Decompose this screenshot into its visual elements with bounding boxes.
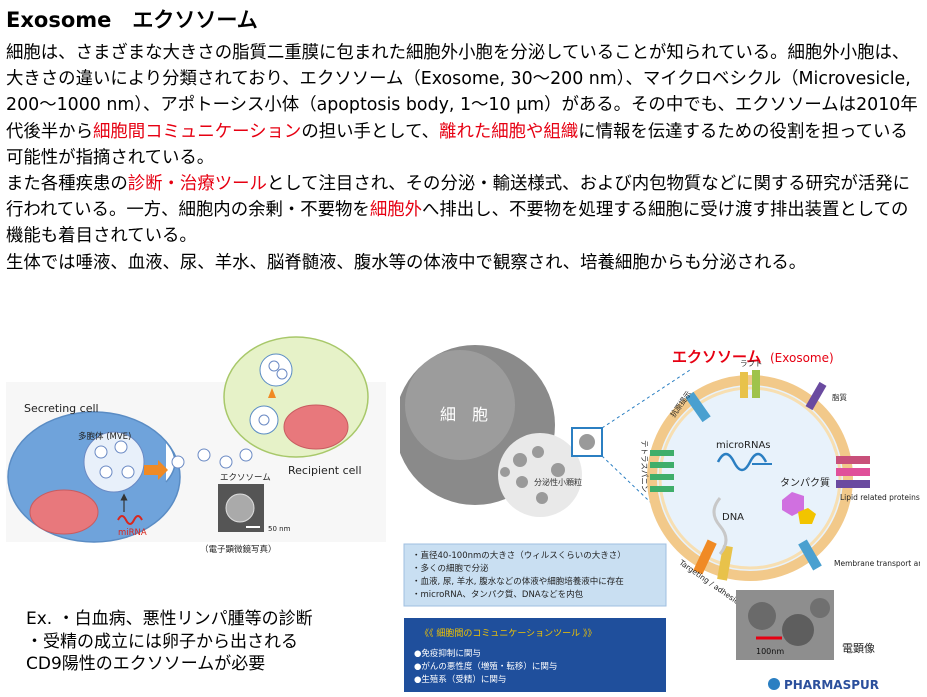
lipid-label: 脂質 [832,392,847,402]
body-paragraph: 細胞は、さまざまな大きさの脂質二重膜に包まれた細胞外小胞を分泌していることが知ら… [6,40,921,171]
micrograph-exosome [225,493,255,523]
tool-line: ●がんの悪性度（増殖・転移）に関与 [414,661,557,672]
exosome [197,448,211,462]
micrornas-label: microRNAs [716,440,771,451]
body-text: 細胞は、さまざまな大きさの脂質二重膜に包まれた細胞外小胞を分泌していることが知ら… [6,40,921,276]
info-line: ・多くの細胞で分泌 [412,563,489,574]
body-run: また各種疾患の [6,174,128,195]
secretion-illustration: Secreting cell 多胞体 (MVE) miRNA エクソソーム 50… [6,336,386,555]
vesicle [99,465,113,479]
tetraspanin [650,450,674,456]
micrograph-caption: （電子顕微鏡写真） [200,544,277,555]
body-run: の担い手として、 [301,121,440,142]
example-text: Ex. ・白血病、悪性リンパ腫等の診断 ・受精の成立には卵子から出される CD9陽性… [26,608,313,676]
tool-title: 《《 細胞間のコミュニケーションツール 》》 [420,627,597,639]
info-line: ・血液, 尿, 羊水, 腹水などの体液や細胞培養液中に存在 [412,576,624,587]
exosome-label: エクソソーム [220,473,271,483]
highlight-text: 診断・治療ツール [127,174,267,195]
info-line: ・microRNA、タンパク質、DNAなどを内包 [412,589,584,600]
exosome [219,455,233,469]
body-run: 生体では唾液、血液、尿、羊水、脳脊髄液、腹水等の体液中で観察され、培養細胞からも… [6,252,807,273]
page-title: Exosome エクソソーム [6,8,258,32]
brand-name: PHARMASPUR [784,678,879,692]
lipid-proteins-label: Lipid related proteins [840,493,920,502]
particle-halo [498,433,582,517]
info-line: ・直径40-100nmの大きさ（ウィルスくらいの大きさ） [412,550,626,561]
particles-label: 分泌性小顆粒 [534,477,582,487]
body-paragraph: 生体では唾液、血液、尿、羊水、脳脊髄液、腹水等の体液中で観察され、培養細胞からも… [6,250,921,276]
vesicle [121,465,135,479]
scale-label: 50 nm [268,525,291,533]
tool-line: ●免疫抑制に関与 [414,648,481,659]
example-line: CD9陽性のエクソソームが必要 [26,654,266,674]
highlight-text: 離れた細胞や組織 [439,121,579,142]
membrane-transport-label: Membrane transport and fusion [834,559,920,568]
vesicle [94,445,108,459]
exosome [239,448,253,462]
recipient-nucleus [283,404,349,450]
lipid-related-protein [836,456,870,464]
raft-protein [740,372,748,398]
secreting-cell-label: Secreting cell [24,402,99,415]
exosome-structure-diagram: 細 胞 分泌性小顆粒 エクソソーム (Exosome) microRNAs タン… [395,340,927,696]
exosome-secretion-diagram: Secreting cell 多胞体 (MVE) miRNA エクソソーム 50… [6,322,386,562]
em-label: 電顕像 [842,642,875,655]
example-line: Ex. ・白血病、悪性リンパ腫等の診断 [26,609,313,629]
exosome [171,455,185,469]
body-paragraph: また各種疾患の診断・治療ツールとして注目され、その分泌・輸送様式、および内包物質… [6,171,921,250]
dna-label: DNA [722,512,744,523]
mirna-label: miRNA [118,528,147,538]
protein-label: タンパク質 [780,476,830,489]
secreting-nucleus [29,489,99,535]
cell-label: 細 胞 [440,405,488,424]
example-line: ・受精の成立には卵子から出される [26,631,298,652]
em-scale-label: 100nm [756,647,784,656]
vesicle [114,440,128,454]
tool-line: ●生殖系（受精）に関与 [414,674,506,685]
structure-illustration: 細 胞 分泌性小顆粒 エクソソーム (Exosome) microRNAs タン… [395,345,927,692]
highlight-text: 細胞間コミュニケーション [92,121,302,142]
recipient-cell-label: Recipient cell [288,464,362,477]
tetraspanin-label: テトラスパニン [640,440,649,492]
raft-label: ラフト [740,359,763,368]
brand-logo-icon [768,678,780,690]
mve-label: 多胞体 (MVE) [78,431,131,442]
exosome-en: (Exosome) [770,351,834,365]
highlight-text: 細胞外 [369,200,423,221]
